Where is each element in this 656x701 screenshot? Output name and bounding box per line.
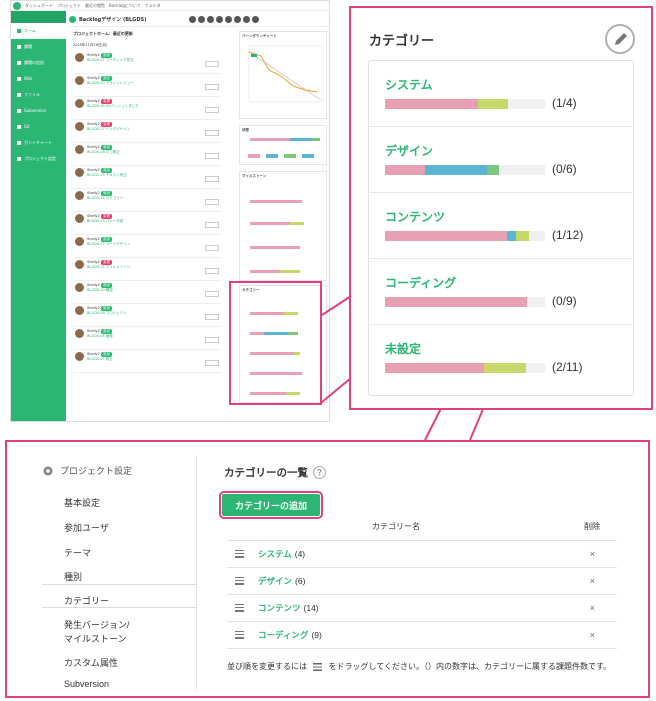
delete-icon[interactable]: × (590, 549, 595, 559)
category-separator (370, 192, 632, 193)
category-count: (2/11) (552, 360, 583, 374)
delete-icon[interactable]: × (590, 576, 595, 586)
category-link[interactable]: デザイン (258, 575, 292, 587)
category-name[interactable]: コーディング (385, 274, 456, 291)
delete-icon[interactable]: × (590, 630, 595, 640)
category-name[interactable]: 未設定 (385, 340, 421, 357)
issue-count: (14) (303, 602, 319, 613)
category-count: (1/12) (552, 228, 584, 242)
category-count: (0/9) (552, 294, 577, 308)
progress-segment (477, 99, 509, 109)
category-panel-title: カテゴリー (369, 33, 435, 48)
footnote: 並び順を変更するには をドラッグしてください。（）内の数字は、カテゴリーに属する… (227, 662, 612, 671)
progress-segment (487, 165, 499, 175)
category-separator (370, 126, 632, 127)
help-icon[interactable]: ? (313, 466, 326, 479)
category-count: (0/6) (552, 162, 577, 176)
edit-categories-button[interactable] (605, 24, 635, 54)
progress-remaining (508, 99, 545, 109)
settings-menu-item[interactable]: 基本設定 (64, 496, 100, 509)
progress-remaining (527, 297, 545, 307)
category-link[interactable]: システム (258, 548, 292, 560)
settings-menu-item[interactable]: 発生バージョン/ (64, 618, 129, 631)
column-header-name: カテゴリー名 (372, 522, 420, 531)
category-name[interactable]: デザイン (385, 142, 433, 159)
table-row[interactable]: システム (4) × (227, 540, 617, 566)
settings-menu-item[interactable]: Subversion (64, 679, 109, 689)
category-list-header: カテゴリーの一覧 ? (224, 465, 326, 480)
progress-segment (484, 363, 526, 373)
drag-handle-icon[interactable] (235, 549, 244, 558)
pencil-icon (615, 33, 627, 45)
settings-menu-item[interactable]: 種別 (64, 570, 82, 583)
issue-count: (9) (311, 629, 322, 640)
progress-segment (385, 99, 478, 109)
settings-menu-item[interactable]: テーマ (64, 546, 91, 559)
issue-count: (4) (294, 548, 306, 559)
table-bottom-border (227, 648, 617, 649)
drag-handle-icon[interactable] (235, 603, 244, 612)
category-name[interactable]: システム (385, 76, 433, 93)
progress-remaining (529, 231, 545, 241)
drag-handle-icon[interactable] (235, 576, 244, 585)
settings-menu-item[interactable]: カテゴリー (64, 594, 109, 607)
settings-divider (196, 455, 197, 691)
progress-remaining (525, 363, 545, 373)
category-name[interactable]: コンテンツ (385, 208, 445, 225)
drag-handle-icon[interactable] (235, 630, 244, 639)
settings-header: プロジェクト設定 (42, 464, 132, 477)
category-separator (370, 324, 632, 325)
settings-menu-item[interactable]: カスタム属性 (64, 656, 118, 669)
category-list-title: カテゴリーの一覧 (224, 467, 308, 479)
category-link[interactable]: コンテンツ (258, 602, 301, 614)
progress-segment (425, 165, 488, 175)
progress-segment (385, 297, 528, 307)
progress-remaining (498, 165, 545, 175)
column-header-delete: 削除 (584, 522, 600, 531)
issue-count: (6) (295, 575, 306, 586)
settings-menu-item[interactable]: 参加ユーザ (64, 521, 109, 534)
table-row[interactable]: コンテンツ (14) × (227, 594, 617, 620)
add-category-button[interactable]: カテゴリーの追加 (219, 491, 323, 519)
table-row[interactable]: デザイン (6) × (227, 567, 617, 593)
progress-segment (506, 231, 517, 241)
gear-icon (43, 466, 53, 475)
settings-menu-item[interactable]: マイルストーン (64, 632, 127, 645)
progress-segment (385, 363, 485, 373)
category-separator (370, 258, 632, 259)
progress-segment (385, 231, 507, 241)
category-count: (1/4) (552, 96, 577, 110)
category-link[interactable]: コーディング (258, 629, 308, 641)
progress-segment (516, 231, 529, 241)
drag-handle-icon (313, 662, 323, 671)
delete-icon[interactable]: × (590, 603, 595, 613)
table-row[interactable]: コーディング (9) × (227, 621, 617, 647)
progress-segment (385, 165, 425, 175)
